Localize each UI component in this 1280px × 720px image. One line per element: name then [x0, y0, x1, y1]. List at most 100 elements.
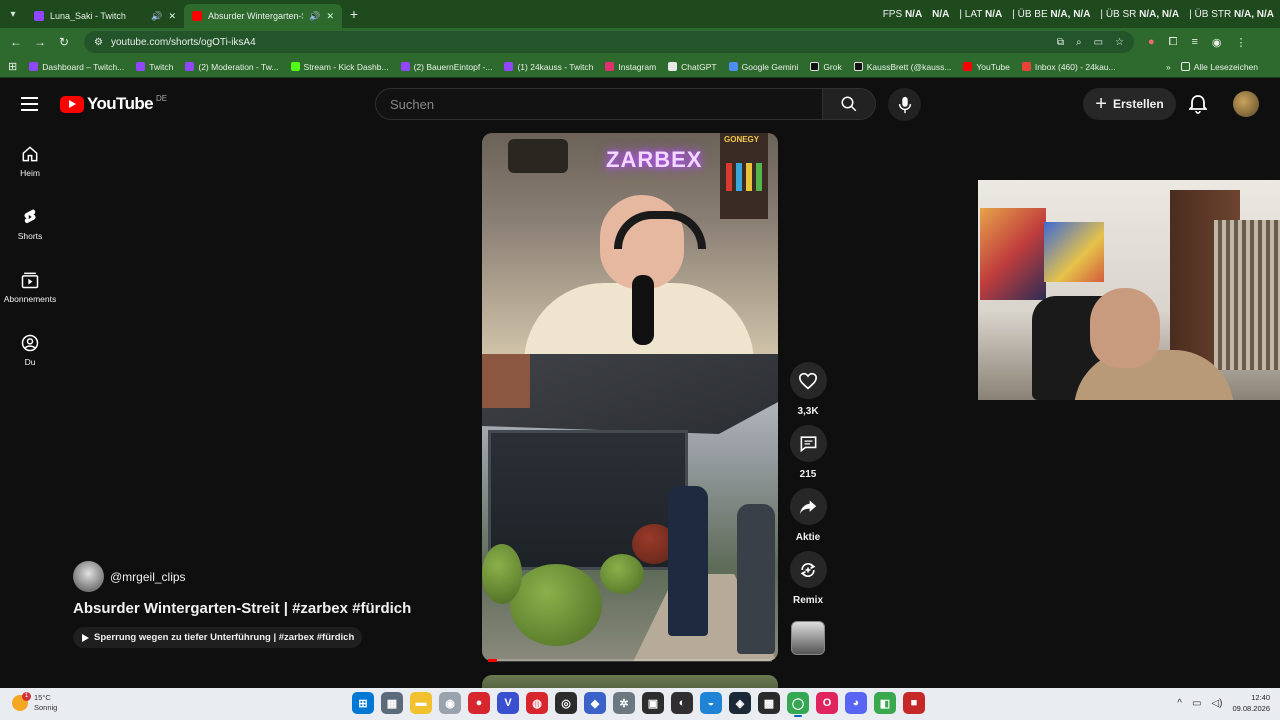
tab-search-chevron-icon[interactable]: ▾: [0, 0, 26, 28]
extensions-puzzle-icon[interactable]: ⧠: [1169, 36, 1178, 49]
address-bar[interactable]: ⚙ youtube.com/shorts/ogOTi-iksA4 ⧉ ⌕ ▭ ☆: [84, 31, 1134, 53]
streamer-app-icon[interactable]: ▣: [642, 692, 664, 714]
video-progress-bar[interactable]: [488, 659, 772, 662]
clock[interactable]: 12:40 09.08.2026: [1232, 692, 1270, 714]
game-controller-icon[interactable]: ◆: [584, 692, 606, 714]
bookmark-item[interactable]: (2) Moderation - Tw...: [185, 62, 279, 72]
bookmark-favicon-icon: [136, 62, 146, 71]
steam-icon[interactable]: ◈: [729, 692, 751, 714]
url-text[interactable]: youtube.com/shorts/ogOTi-iksA4: [111, 37, 256, 48]
hamburger-menu-icon[interactable]: [21, 97, 38, 111]
account-avatar[interactable]: [1233, 91, 1259, 117]
tray-chevron-icon[interactable]: ^: [1177, 698, 1182, 709]
obs-icon[interactable]: ◐: [671, 692, 693, 714]
like-button[interactable]: [789, 362, 827, 399]
clock-time: 12:40: [1251, 693, 1270, 702]
bookmark-item[interactable]: Twitch: [136, 62, 173, 72]
original-sound-thumbnail[interactable]: [791, 621, 825, 655]
notifications-bell-icon[interactable]: [1186, 92, 1210, 116]
chrome-icon[interactable]: ◯: [787, 692, 809, 717]
media-control-icon[interactable]: ≡: [1191, 36, 1197, 49]
bookmark-item[interactable]: Instagram: [605, 62, 656, 72]
extension-icon[interactable]: ●: [1148, 36, 1155, 49]
bookmark-item[interactable]: Google Gemini: [728, 62, 798, 72]
new-tab-button[interactable]: +: [342, 6, 366, 22]
bookmark-item[interactable]: (1) 24kauss - Twitch: [504, 62, 593, 72]
gear-app-icon[interactable]: ✲: [613, 692, 635, 714]
bookmarks-overflow-button[interactable]: »: [1166, 62, 1171, 72]
studio-microphone-decor: [632, 275, 654, 345]
bookmark-favicon-icon: [400, 62, 410, 71]
volume-icon[interactable]: ◁): [1211, 698, 1222, 709]
discord-icon[interactable]: ◕: [845, 692, 867, 714]
share-button[interactable]: [789, 488, 827, 525]
create-button[interactable]: + Erstellen: [1083, 88, 1176, 120]
start-icon[interactable]: ⊞: [352, 692, 374, 714]
bush-decor: [510, 564, 602, 646]
bookmark-item[interactable]: Grok: [810, 62, 842, 72]
reload-icon[interactable]: ↻: [52, 35, 76, 49]
bookmark-item[interactable]: Dashboard – Twitch...: [29, 62, 124, 72]
forward-arrow-icon[interactable]: →: [28, 35, 52, 49]
search-input[interactable]: [390, 96, 822, 112]
speaker-icon[interactable]: 🔊: [151, 11, 162, 22]
red-square-app-icon[interactable]: ■: [903, 692, 925, 714]
bookmark-item[interactable]: YouTube: [963, 62, 1010, 72]
channel-info[interactable]: @mrgeil_clips: [73, 561, 186, 592]
all-bookmarks-button[interactable]: Alle Lesezeichen: [1180, 62, 1258, 72]
search-button[interactable]: [822, 88, 876, 120]
translate-icon[interactable]: ⧉: [1057, 37, 1064, 48]
video-title: Absurder Wintergarten-Streit | #zarbex #…: [73, 600, 412, 617]
bookmark-item[interactable]: (2) BauernEintopf -...: [400, 62, 492, 72]
colors-app-icon[interactable]: ◧: [874, 692, 896, 714]
related-video-chip[interactable]: Sperrung wegen zu tiefer Unterführung | …: [73, 627, 363, 648]
channel-avatar[interactable]: [73, 561, 104, 592]
capture-app-icon[interactable]: ▩: [758, 692, 780, 714]
tab-title: Luna_Saki - Twitch: [50, 11, 126, 21]
back-arrow-icon[interactable]: ←: [4, 35, 28, 49]
bookmark-item[interactable]: Inbox (460) - 24kau...: [1021, 62, 1116, 72]
shorts-video-player[interactable]: GONEGY ZARBEX: [482, 133, 778, 661]
youtube-wordmark: YouTube: [87, 94, 154, 113]
record-app-icon[interactable]: ◍: [526, 692, 548, 714]
webcam-overlay: [978, 180, 1280, 400]
voice-search-button[interactable]: [888, 88, 921, 121]
v-app-icon[interactable]: V: [497, 692, 519, 714]
search-box[interactable]: [375, 88, 823, 120]
opera-icon[interactable]: O: [816, 692, 838, 714]
mouse-app-icon[interactable]: ◉: [439, 692, 461, 714]
zoom-icon[interactable]: ⌕: [1076, 37, 1082, 48]
calculator-icon[interactable]: ▦: [381, 692, 403, 714]
sidebar-item-shorts[interactable]: Shorts: [0, 199, 60, 262]
sidebar-item-you[interactable]: Du: [0, 325, 60, 388]
youtube-logo[interactable]: YouTube DE: [60, 94, 167, 114]
target-app-icon[interactable]: ◎: [555, 692, 577, 714]
file-explorer-icon[interactable]: ▬: [410, 692, 432, 714]
weather-temp: 15°C: [34, 693, 51, 702]
heart-icon: [798, 372, 818, 389]
weather-widget[interactable]: 1 15°C Sonnig: [12, 692, 57, 713]
bookmark-item[interactable]: ChatGPT: [668, 62, 717, 72]
channel-handle[interactable]: @mrgeil_clips: [110, 570, 186, 584]
profile-icon[interactable]: ◉: [1212, 36, 1222, 49]
browser-menu-icon[interactable]: ⋮: [1236, 36, 1247, 49]
speaker-icon[interactable]: 🔊: [309, 11, 320, 22]
apps-grid-icon[interactable]: ⊞: [8, 60, 17, 73]
close-tab-icon[interactable]: ✕: [168, 11, 176, 22]
tab-twitch[interactable]: Luna_Saki - Twitch 🔊 ✕: [26, 4, 184, 28]
red-app-icon[interactable]: ●: [468, 692, 490, 714]
bookmark-item[interactable]: Stream - Kick Dashb...: [290, 62, 389, 72]
cast-icon[interactable]: ▭: [1094, 37, 1103, 48]
sidebar-item-subscriptions[interactable]: Abonnements: [0, 262, 60, 325]
tab-youtube[interactable]: Absurder Wintergarten-Str 🔊 ✕: [184, 4, 342, 28]
comment-button[interactable]: [789, 425, 827, 462]
network-icon[interactable]: ▭: [1192, 698, 1201, 709]
bookmark-star-icon[interactable]: ☆: [1115, 37, 1124, 48]
site-info-icon[interactable]: ⚙: [94, 37, 103, 48]
sidebar-item-home[interactable]: Heim: [0, 136, 60, 199]
subscriptions-icon: [21, 272, 39, 289]
bookmark-item[interactable]: KaussBrett (@kauss...: [853, 62, 951, 72]
close-tab-icon[interactable]: ✕: [326, 11, 334, 22]
edge-app-icon[interactable]: ◒: [700, 692, 722, 714]
remix-button[interactable]: [789, 551, 827, 588]
